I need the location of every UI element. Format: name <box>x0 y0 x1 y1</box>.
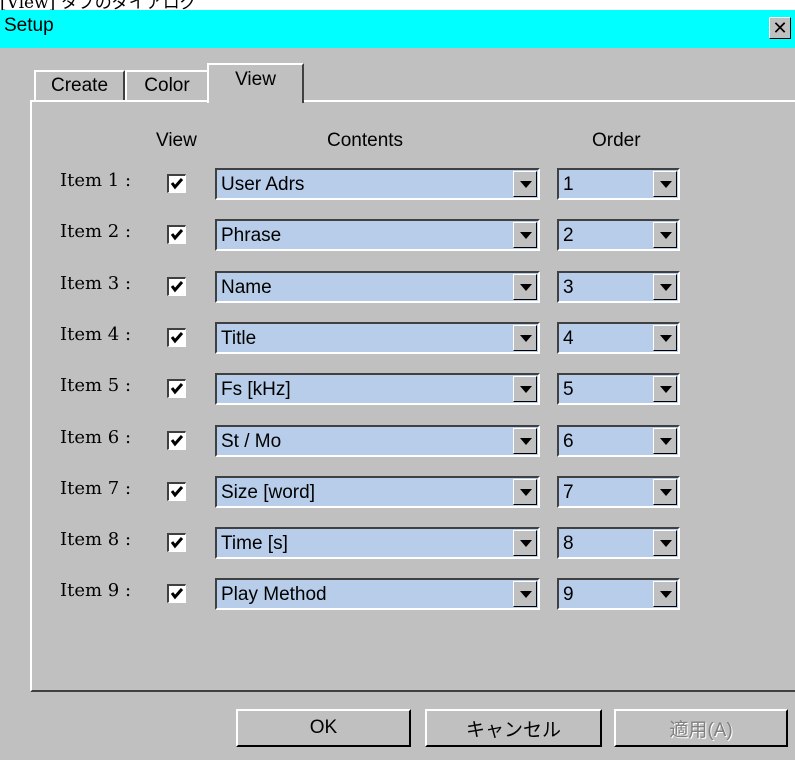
item-1-order-select-value: 1 <box>563 174 574 195</box>
item-7-contents-select[interactable]: Size [word] <box>215 476 540 508</box>
apply-button[interactable]: 適用(A) <box>614 709 788 747</box>
item-5-contents-select-value: Fs [kHz] <box>221 379 291 400</box>
item-5-view-checkbox[interactable] <box>167 379 186 398</box>
item-6-contents-select-value: St / Mo <box>221 431 282 452</box>
item-6-label: Item 6 : <box>60 427 132 448</box>
page-caption-fragment: [View] タブのダイアログ <box>0 0 795 10</box>
item-8-contents-select[interactable]: Time [s] <box>215 527 540 559</box>
item-8-view-checkbox[interactable] <box>167 533 186 552</box>
item-1-contents-select-value: User Adrs <box>221 174 305 195</box>
item-6-view-checkbox[interactable] <box>167 431 186 450</box>
item-5-label: Item 5 : <box>60 375 132 396</box>
item-1-view-checkbox[interactable] <box>167 174 186 193</box>
item-7-order-select[interactable]: 7 <box>557 476 680 508</box>
close-icon: ✕ <box>772 18 788 38</box>
item-4-contents-select-value: Title <box>221 328 257 349</box>
window-title: Setup <box>4 15 54 36</box>
item-9-contents-select[interactable]: Play Method <box>215 578 540 610</box>
column-header-order: Order <box>592 130 641 151</box>
item-2-order-select-value: 2 <box>563 225 574 246</box>
chevron-down-icon[interactable] <box>513 222 537 248</box>
item-4-contents-select[interactable]: Title <box>215 322 540 354</box>
column-header-contents: Contents <box>327 130 404 151</box>
item-7-order-select-value: 7 <box>563 482 574 503</box>
item-5-contents-select[interactable]: Fs [kHz] <box>215 373 540 405</box>
chevron-down-icon[interactable] <box>513 325 537 351</box>
item-6-contents-select[interactable]: St / Mo <box>215 425 540 457</box>
item-5-order-select[interactable]: 5 <box>557 373 680 405</box>
chevron-down-icon[interactable] <box>653 171 677 197</box>
chevron-down-icon[interactable] <box>513 479 537 505</box>
item-3-contents-select[interactable]: Name <box>215 271 540 303</box>
chevron-down-icon[interactable] <box>653 581 677 607</box>
ok-button[interactable]: OK <box>236 709 411 747</box>
item-2-contents-select-value: Phrase <box>221 225 282 246</box>
chevron-down-icon[interactable] <box>513 171 537 197</box>
item-7-contents-select-value: Size [word] <box>221 482 315 503</box>
chevron-down-icon[interactable] <box>513 581 537 607</box>
tab-create[interactable]: Create <box>34 70 125 100</box>
item-2-label: Item 2 : <box>60 221 132 242</box>
item-7-view-checkbox[interactable] <box>167 482 186 501</box>
item-4-order-select-value: 4 <box>563 328 574 349</box>
item-3-view-checkbox[interactable] <box>167 277 186 296</box>
item-3-contents-select-value: Name <box>221 277 272 298</box>
item-1-contents-select[interactable]: User Adrs <box>215 168 540 200</box>
chevron-down-icon[interactable] <box>653 530 677 556</box>
chevron-down-icon[interactable] <box>513 274 537 300</box>
item-6-order-select-value: 6 <box>563 431 574 452</box>
item-8-contents-select-value: Time [s] <box>221 533 288 554</box>
item-9-view-checkbox[interactable] <box>167 584 186 603</box>
item-4-view-checkbox[interactable] <box>167 328 186 347</box>
item-4-label: Item 4 : <box>60 324 132 345</box>
item-5-order-select-value: 5 <box>563 379 574 400</box>
item-7-label: Item 7 : <box>60 478 132 499</box>
item-1-label: Item 1 : <box>60 170 132 191</box>
item-2-order-select[interactable]: 2 <box>557 219 680 251</box>
close-button[interactable]: ✕ <box>769 17 791 39</box>
chevron-down-icon[interactable] <box>653 428 677 454</box>
item-4-order-select[interactable]: 4 <box>557 322 680 354</box>
chevron-down-icon[interactable] <box>653 222 677 248</box>
item-9-order-select[interactable]: 9 <box>557 578 680 610</box>
chevron-down-icon[interactable] <box>653 274 677 300</box>
chevron-down-icon[interactable] <box>653 325 677 351</box>
column-header-view: View <box>156 130 197 151</box>
item-9-label: Item 9 : <box>60 580 132 601</box>
title-bar: Setup ✕ <box>0 10 795 48</box>
tab-color[interactable]: Color <box>125 70 209 100</box>
item-3-order-select[interactable]: 3 <box>557 271 680 303</box>
chevron-down-icon[interactable] <box>653 479 677 505</box>
item-9-contents-select-value: Play Method <box>221 584 327 605</box>
chevron-down-icon[interactable] <box>513 376 537 402</box>
cancel-button[interactable]: キャンセル <box>425 709 602 747</box>
item-9-order-select-value: 9 <box>563 584 574 605</box>
chevron-down-icon[interactable] <box>513 428 537 454</box>
item-8-order-select-value: 8 <box>563 533 574 554</box>
chevron-down-icon[interactable] <box>653 376 677 402</box>
item-3-order-select-value: 3 <box>563 277 574 298</box>
item-2-view-checkbox[interactable] <box>167 225 186 244</box>
item-2-contents-select[interactable]: Phrase <box>215 219 540 251</box>
item-1-order-select[interactable]: 1 <box>557 168 680 200</box>
chevron-down-icon[interactable] <box>513 530 537 556</box>
item-3-label: Item 3 : <box>60 273 132 294</box>
tab-view[interactable]: View <box>207 63 304 103</box>
item-8-label: Item 8 : <box>60 529 132 550</box>
item-6-order-select[interactable]: 6 <box>557 425 680 457</box>
item-8-order-select[interactable]: 8 <box>557 527 680 559</box>
